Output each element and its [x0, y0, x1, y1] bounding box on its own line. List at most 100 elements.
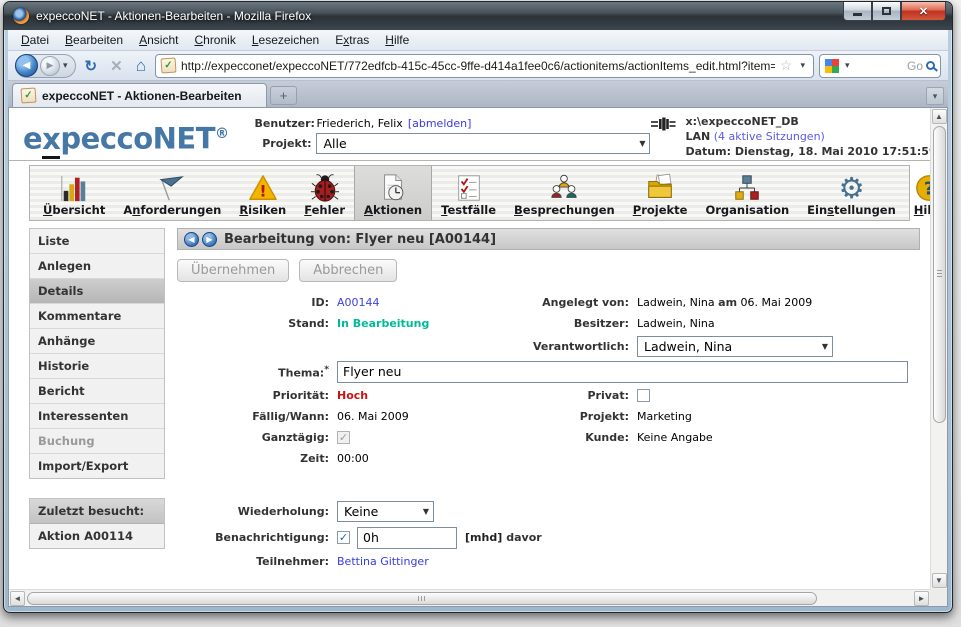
benachrichtigung-checkbox[interactable]: ✓ — [337, 531, 350, 544]
uebernehmen-button[interactable]: Übernehmen — [177, 259, 289, 282]
vertical-scroll-thumb[interactable] — [933, 126, 946, 423]
recent-item-aktion-a00114[interactable]: Aktion A00114 — [30, 524, 164, 548]
scroll-up-button[interactable]: ▲ — [932, 109, 947, 124]
ganztaegig-label: Ganztägig: — [177, 431, 337, 444]
toolbar-item-fehler[interactable]: Fehler — [295, 166, 354, 220]
window-titlebar[interactable]: expeccoNET - Aktionen-Bearbeiten - Mozil… — [4, 2, 952, 30]
sidebar-item-anlegen[interactable]: Anlegen — [30, 254, 164, 279]
url-text[interactable]: http://expecconet/expeccoNET/772edfcb-41… — [181, 59, 775, 73]
gear-icon: ⚙ — [838, 170, 864, 203]
content-title-bar: ◀ ▶ Bearbeitung von: Flyer neu [A00144] — [177, 228, 920, 250]
toolbar-item-organisation[interactable]: Organisation — [696, 166, 798, 220]
search-engine-dropdown[interactable]: ▾ — [842, 60, 853, 71]
toolbar-item-testfaelle[interactable]: Testfälle — [432, 166, 505, 220]
bookmark-star-icon[interactable]: ☆ — [780, 57, 793, 74]
row-ganztaegig-kunde: Ganztägig: ✓ Kunde: Keine Angabe — [177, 427, 920, 448]
menu-ansicht[interactable]: Ansicht — [131, 31, 186, 49]
sidebar-item-bericht[interactable]: Bericht — [30, 379, 164, 404]
next-item-button[interactable]: ▶ — [202, 232, 217, 247]
list-all-tabs-button[interactable]: ▾ — [926, 87, 944, 105]
horizontal-scrollbar[interactable]: ◄ ► — [9, 589, 930, 606]
sidebar-item-details[interactable]: Details — [30, 279, 164, 304]
url-dropdown-button[interactable]: ▾ — [797, 60, 808, 71]
thema-label: Thema: — [278, 366, 324, 379]
menu-chronik[interactable]: Chronik — [186, 31, 243, 49]
row-stand-besitzer: Stand: In Bearbeitung Besitzer: Ladwein,… — [177, 313, 920, 334]
menu-datei[interactable]: Datei — [13, 31, 57, 49]
scroll-left-button[interactable]: ◄ — [10, 591, 25, 606]
maximize-button[interactable] — [872, 2, 901, 21]
page-title: Bearbeitung von: Flyer neu [A00144] — [224, 232, 496, 247]
new-tab-icon: + — [280, 88, 288, 103]
row-verantwortlich: Verantwortlich: Ladwein, Nina ▼ — [177, 334, 920, 358]
tab-active[interactable]: ✓ expeccoNET - Aktionen-Bearbeiten — [12, 83, 267, 107]
back-button[interactable]: ◀ — [15, 54, 38, 77]
menu-lesezeichen[interactable]: Lesezeichen — [244, 31, 327, 49]
sidebar-item-liste[interactable]: Liste — [30, 229, 164, 254]
projekt-field-label: Projekt: — [477, 410, 637, 423]
am-label: am — [718, 296, 737, 309]
menu-hilfe[interactable]: Hilfe — [377, 31, 417, 49]
sidebar-item-interessenten[interactable]: Interessenten — [30, 404, 164, 429]
thema-input[interactable] — [337, 361, 908, 383]
main-content: ◀ ▶ Bearbeitung von: Flyer neu [A00144] … — [177, 228, 920, 572]
sidebar-item-buchung: Buchung — [30, 429, 164, 454]
firefox-icon — [13, 8, 29, 24]
warning-icon: ! — [247, 170, 279, 203]
search-icon[interactable] — [926, 61, 935, 70]
user-project-block: Benutzer: Friederich, Felix [abmelden] P… — [254, 112, 650, 153]
history-dropdown-button[interactable]: ▾ — [60, 60, 71, 71]
sidebar-item-anhaenge[interactable]: Anhänge — [30, 329, 164, 354]
sidebar-item-kommentare[interactable]: Kommentare — [30, 304, 164, 329]
abmelden-link[interactable]: [abmelden] — [408, 117, 472, 130]
prev-item-button[interactable]: ◀ — [184, 232, 199, 247]
zeit-label: Zeit: — [177, 452, 337, 465]
page-content: expeccoNET® Benutzer: Friederich, Felix … — [9, 108, 930, 589]
search-placeholder: Go — [907, 59, 923, 73]
privat-checkbox[interactable] — [637, 389, 650, 402]
minimize-button[interactable] — [843, 2, 872, 21]
vertical-scrollbar[interactable]: ▲ ▼ — [930, 108, 947, 589]
scroll-right-button[interactable]: ► — [914, 591, 929, 606]
registered-mark: ® — [215, 126, 229, 142]
sidebar-item-import-export[interactable]: Import/Export — [30, 454, 164, 478]
sidebar-item-historie[interactable]: Historie — [30, 354, 164, 379]
stop-button[interactable]: ✕ — [106, 57, 127, 75]
scroll-down-button[interactable]: ▼ — [932, 573, 947, 588]
abbrechen-button[interactable]: Abbrechen — [299, 259, 397, 282]
toolbar-item-aktionen[interactable]: Aktionen — [354, 166, 432, 220]
wiederholung-label: Wiederholung: — [177, 505, 337, 518]
url-bar[interactable]: ✓ http://expecconet/expeccoNET/772edfcb-… — [155, 54, 814, 78]
menu-extras[interactable]: Extras — [327, 31, 377, 49]
benachrichtigung-input[interactable] — [357, 527, 457, 549]
forward-button[interactable]: ▶ — [40, 56, 60, 76]
verantwortlich-select[interactable]: Ladwein, Nina ▼ — [637, 336, 833, 357]
teilnehmer-link[interactable]: Bettina Gittinger — [337, 555, 920, 568]
connection-info-block: x:\expeccoNET_DB LAN (4 aktive Sitzungen… — [650, 112, 930, 159]
projekt-select[interactable]: Alle ▼ — [316, 133, 650, 154]
toolbar-item-besprechungen[interactable]: Besprechungen — [505, 166, 624, 220]
toolbar-item-projekte[interactable]: Projekte — [624, 166, 697, 220]
search-box[interactable]: ▾ Go — [819, 54, 941, 78]
row-teilnehmer: Teilnehmer: Bettina Gittinger — [177, 551, 920, 572]
home-button[interactable]: ⌂ — [132, 56, 150, 76]
toolbar-item-risiken[interactable]: ! Risiken — [230, 166, 295, 220]
toolbar-item-hilfe[interactable]: ? Hilfe — [905, 166, 930, 220]
toolbar-item-einstellungen[interactable]: ⚙ Einstellungen — [798, 166, 905, 220]
wiederholung-select[interactable]: Keine ▼ — [337, 501, 434, 522]
datum-value: Dienstag, 18. Mai 2010 17:51:59 — [735, 145, 930, 158]
refresh-button[interactable]: ↻ — [81, 57, 102, 75]
row-thema: Thema:* — [177, 358, 920, 385]
new-tab-button[interactable]: + — [270, 86, 297, 105]
active-sessions: (4 aktive Sitzungen) — [714, 130, 825, 143]
toolbar-item-uebersicht[interactable]: Übersicht — [34, 166, 114, 220]
menu-bearbeiten[interactable]: Bearbeiten — [57, 31, 131, 49]
close-button[interactable]: ✕ — [901, 2, 946, 21]
row-faellig-projekt: Fällig/Wann: 06. Mai 2009 Projekt: Marke… — [177, 406, 920, 427]
lan-label: LAN — [685, 130, 710, 143]
browser-viewport: expeccoNET® Benutzer: Friederich, Felix … — [8, 108, 948, 607]
scroll-left-icon: ◄ — [14, 594, 22, 603]
horizontal-scroll-thumb[interactable] — [27, 592, 817, 605]
tab-favicon: ✓ — [20, 87, 36, 103]
toolbar-item-anforderungen[interactable]: Anforderungen — [114, 166, 230, 220]
